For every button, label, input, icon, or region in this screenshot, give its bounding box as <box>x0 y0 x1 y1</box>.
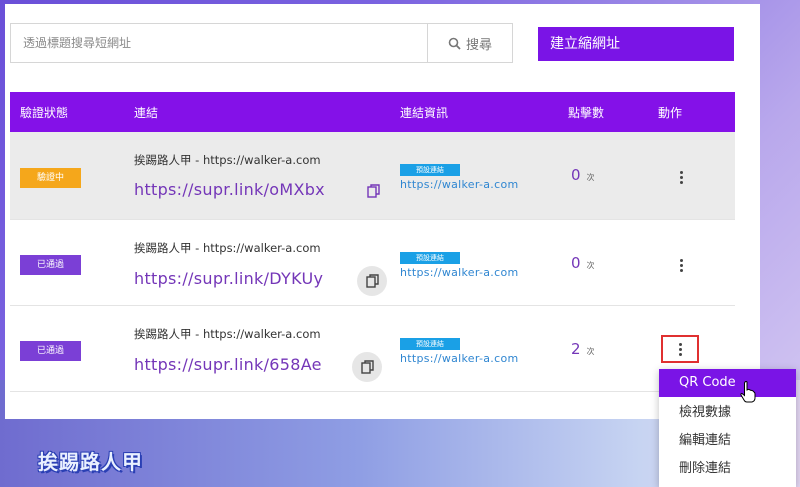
link-title: 挨踢路人甲 - https://walker-a.com <box>134 241 321 255</box>
copy-icon <box>360 360 374 374</box>
click-count-value: 0 <box>571 166 581 184</box>
status-badge: 驗證中 <box>20 168 81 188</box>
copy-icon <box>366 184 380 198</box>
kebab-icon <box>679 258 683 272</box>
menu-item-edit-link[interactable]: 編輯連結 <box>659 427 796 455</box>
copy-button[interactable] <box>357 266 387 296</box>
default-link-tag: 預設連結 <box>400 338 460 350</box>
click-count: 2次 <box>571 340 595 358</box>
table-row: 已通過 挨踢路人甲 - https://walker-a.com https:/… <box>10 220 735 306</box>
default-link-tag: 預設連結 <box>400 164 460 176</box>
destination-url[interactable]: https://walker-a.com <box>400 178 519 191</box>
actions-dropdown-menu: QR Code 檢視數據 編輯連結 刪除連結 <box>659 369 796 487</box>
search-button-label: 搜尋 <box>465 37 492 53</box>
status-badge: 已通過 <box>20 341 81 361</box>
default-link-tag: 預設連結 <box>400 252 460 264</box>
short-link[interactable]: https://supr.link/DYKUy <box>134 269 323 288</box>
click-unit: 次 <box>586 261 595 270</box>
header-status: 驗證狀態 <box>20 106 69 120</box>
short-link[interactable]: https://supr.link/oMXbx <box>134 180 325 199</box>
copy-button[interactable] <box>358 176 388 206</box>
table-row: 已通過 挨踢路人甲 - https://walker-a.com https:/… <box>10 306 735 392</box>
hand-cursor-icon <box>740 381 756 403</box>
destination-url[interactable]: https://walker-a.com <box>400 266 519 279</box>
table-header: 驗證狀態 連結 連結資訊 點擊數 動作 <box>10 92 735 132</box>
row-actions-button[interactable] <box>661 335 699 363</box>
kebab-icon <box>679 170 683 184</box>
click-unit: 次 <box>586 347 595 356</box>
main-card: 透過標題搜尋短網址 搜尋 建立縮網址 驗證狀態 連結 連結資訊 點擊數 動作 驗… <box>5 4 760 419</box>
kebab-icon <box>678 342 682 356</box>
search-input[interactable]: 透過標題搜尋短網址 <box>10 23 428 63</box>
header-clicks: 點擊數 <box>568 106 605 120</box>
click-count-value: 2 <box>571 340 581 358</box>
search-button[interactable]: 搜尋 <box>427 23 513 63</box>
row-actions-button[interactable] <box>671 164 691 190</box>
link-title: 挨踢路人甲 - https://walker-a.com <box>134 327 321 341</box>
click-count: 0次 <box>571 166 595 184</box>
copy-button[interactable] <box>352 352 382 382</box>
create-short-url-button[interactable]: 建立縮網址 <box>538 27 734 61</box>
row-actions-button[interactable] <box>671 252 691 278</box>
click-count: 0次 <box>571 254 595 272</box>
click-unit: 次 <box>586 173 595 182</box>
short-link[interactable]: https://supr.link/658Ae <box>134 355 322 374</box>
header-link-info: 連結資訊 <box>400 106 449 120</box>
table-row: 驗證中 挨踢路人甲 - https://walker-a.com https:/… <box>10 132 735 220</box>
watermark-logo: 挨踢路人甲 <box>38 450 143 474</box>
header-link: 連結 <box>134 106 159 120</box>
link-title: 挨踢路人甲 - https://walker-a.com <box>134 153 321 167</box>
menu-item-qr-code[interactable]: QR Code <box>659 369 796 397</box>
header-actions: 動作 <box>658 106 683 120</box>
menu-item-view-stats[interactable]: 檢視數據 <box>659 399 796 427</box>
menu-item-delete-link[interactable]: 刪除連結 <box>659 455 796 483</box>
click-count-value: 0 <box>571 254 581 272</box>
copy-icon <box>365 274 379 288</box>
search-icon <box>448 37 461 50</box>
status-badge: 已通過 <box>20 255 81 275</box>
destination-url[interactable]: https://walker-a.com <box>400 352 519 365</box>
